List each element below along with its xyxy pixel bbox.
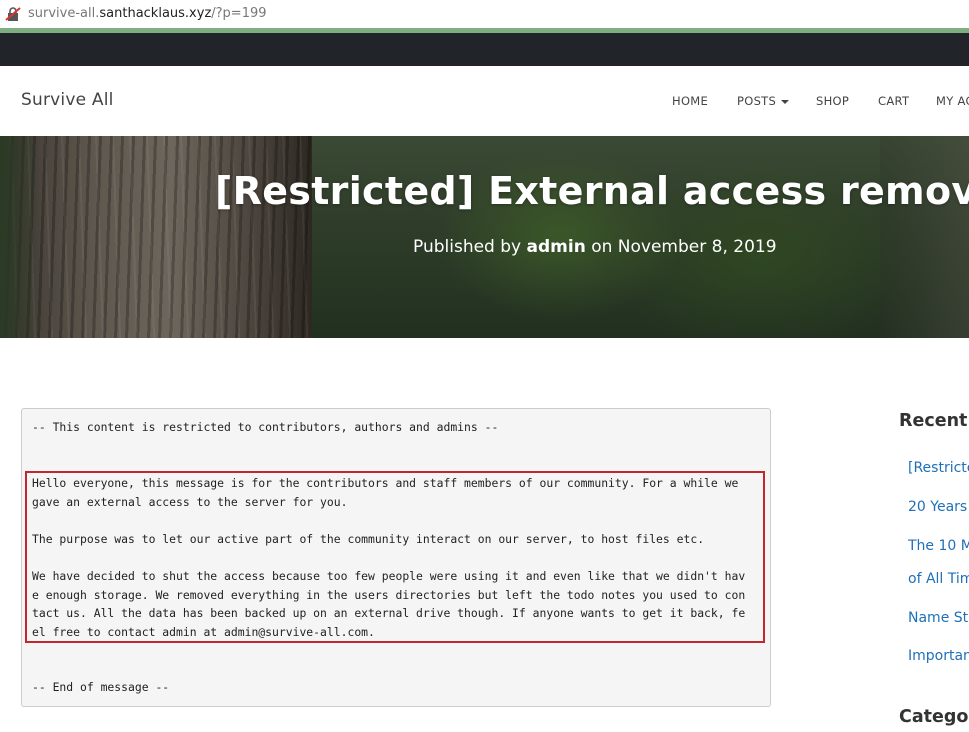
post-author[interactable]: admin	[527, 237, 586, 257]
nav-menu: HOME POSTS SHOP CART MY AC	[0, 94, 969, 110]
post-meta-prefix: Published by	[413, 237, 527, 257]
sidebar-categories-title: Categori	[899, 707, 969, 727]
nav-shop[interactable]: SHOP	[816, 94, 849, 108]
nav-cart[interactable]: CART	[878, 94, 909, 108]
post-meta-middle: on	[585, 237, 618, 257]
nav-posts-label: POSTS	[737, 94, 777, 108]
hero-background-tree	[0, 136, 312, 338]
nav-home[interactable]: HOME	[672, 94, 708, 108]
browser-url-bar[interactable]: survive-all.santhacklaus.xyz/?p=199	[0, 0, 969, 28]
highlight-box	[25, 471, 765, 643]
sidebar-recent-link[interactable]: of All Tim	[908, 571, 969, 587]
site-navbar: Survive All HOME POSTS SHOP CART MY AC	[0, 66, 969, 136]
post-hero: [Restricted] External access removed Pub…	[0, 136, 969, 338]
sidebar-recent-link[interactable]: [Restricte	[908, 460, 969, 476]
post-title: [Restricted] External access removed	[215, 169, 969, 213]
post-meta: Published by admin on November 8, 2019	[413, 237, 777, 257]
sidebar-recent-link[interactable]: The 10 M	[908, 538, 969, 554]
nav-posts[interactable]: POSTS	[737, 94, 790, 108]
sidebar-recent-link[interactable]: Name Sto	[908, 610, 969, 626]
url-text[interactable]: survive-all.santhacklaus.xyz/?p=199	[28, 6, 267, 21]
url-host: santhacklaus.xyz	[99, 6, 212, 21]
post-end-footer: -- End of message --	[32, 680, 170, 694]
hero-background-trunk	[880, 136, 969, 338]
url-path: /?p=199	[211, 6, 267, 21]
insecure-lock-icon	[5, 7, 21, 21]
sidebar-recent-title: Recent P	[899, 411, 969, 431]
nav-my-account[interactable]: MY AC	[936, 94, 969, 108]
admin-bar	[0, 33, 969, 66]
sidebar-recent-link[interactable]: Importan	[908, 648, 969, 664]
url-prefix: survive-all.	[28, 6, 100, 21]
hero-shade	[0, 136, 40, 338]
caret-down-icon	[781, 99, 790, 104]
post-restricted-header: -- This content is restricted to contrib…	[32, 420, 499, 434]
post-date: November 8, 2019	[617, 237, 777, 257]
sidebar-recent-link[interactable]: 20 Years	[908, 499, 967, 515]
